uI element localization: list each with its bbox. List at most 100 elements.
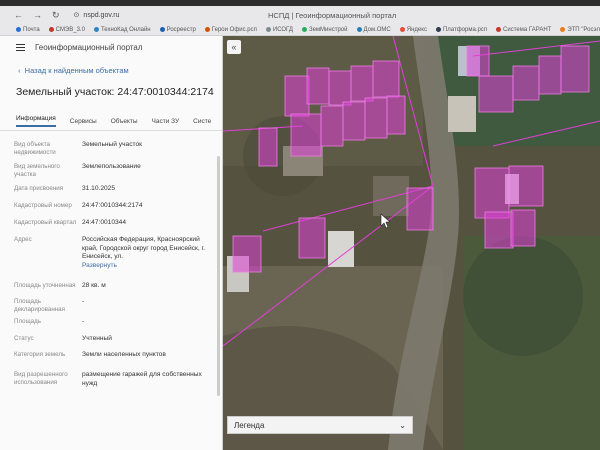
property-value-text: Учтенный [82,335,112,342]
property-value-text: 24:47:0010344:2174 [82,202,143,209]
property-value: Землепользование [82,163,207,185]
window-title: НСПД | Геоинформационный портал [268,10,397,20]
property-row: Статус Учтенный [14,335,214,351]
panel-header: Геоинформационный портал [0,36,222,58]
property-key: Площадь декларированная [14,298,65,313]
double-chevron-left-icon: « [231,42,237,52]
bookmark-label: ЗемМинстрой [308,26,348,33]
browser-titlebar: ← → ↻ ⊙ nspd.gov.ru НСПД | Геоинформацио… [0,6,600,24]
bookmark-label: Дом.ОМС [363,26,391,33]
tab-item[interactable]: Информация [16,115,56,127]
url-text: nspd.gov.ru [83,11,120,19]
property-value: 31.10.2025 [82,185,207,202]
property-key: Дата присвоения [14,185,64,192]
property-key: Вид земельного участка [14,163,60,178]
bookmark-icon [16,27,21,32]
bookmark-item[interactable]: Почта [16,27,40,33]
chevron-left-icon: ‹ [18,66,25,75]
tab-item[interactable]: Систе [193,118,211,125]
property-key: Категория земель [14,351,66,358]
bookmark-item[interactable]: Платформа.рсп [435,26,488,33]
property-value: - [82,318,207,335]
bookmark-item[interactable]: СМЭВ_3.0 [48,26,85,33]
chevron-down-icon: ⌄ [399,420,406,430]
property-key: Вид объекта недвижимости [14,141,56,156]
reload-icon[interactable]: ↻ [52,10,60,21]
property-key: Площадь уточненная [14,282,76,289]
property-value-text: 28 кв. м [82,282,106,289]
bookmark-label: Почта [23,26,40,33]
property-value: Земельный участок [82,141,207,163]
property-value-text: 24:47:0010344 [82,219,127,226]
bookmark-item[interactable]: Дом.ОМС [356,26,391,33]
legend-label: Легенда [234,420,265,430]
property-key: Статус [14,335,34,342]
tab-item[interactable]: Части ЗУ [152,118,180,125]
address-bar[interactable]: ⊙ nspd.gov.ru [74,11,120,20]
info-panel: Геоинформационный портал ‹ Назад к найде… [0,36,223,450]
bookmark-item[interactable]: ИСОГД [265,27,293,33]
expand-address-link[interactable]: Развернуть [82,262,117,269]
bookmark-label: Росреестр [166,26,196,33]
property-list: Вид объекта недвижимости Земельный участо… [0,131,222,395]
tab-item[interactable]: Сервисы [70,118,97,125]
property-value-text: - [82,298,85,305]
back-to-results-link[interactable]: ‹ Назад к найденным объектам [0,58,222,82]
forward-arrow-icon[interactable]: → [33,10,42,21]
tab-item[interactable]: Объекты [111,118,138,125]
property-value: Учтенный [82,335,207,351]
legend-dropdown[interactable]: Легенда ⌄ [227,416,413,434]
bookmark-icon [356,27,362,32]
bookmark-icon [204,27,210,32]
property-row: Кадастровый номер 24:47:0010344:2174 [14,202,214,219]
bookmark-item[interactable]: Герои Офис.рсп [204,26,257,33]
bookmark-label: Герои Офис.рсп [211,26,257,33]
portal-title: Геоинформационный портал [35,42,143,52]
site-info-icon[interactable]: ⊙ [74,11,80,19]
bookmark-icon [265,27,271,32]
bookmark-icon [496,27,502,32]
menu-icon[interactable] [16,43,25,51]
bookmark-icon [159,27,165,32]
property-row: Площадь - [14,318,214,335]
map-view[interactable]: « Легенда ⌄ [223,36,600,450]
property-value: 24:47:0010344:2174 [82,202,207,219]
bookmark-icon [560,27,566,32]
bookmark-label: СМЭВ_3.0 [55,26,85,33]
property-value-text: - [82,318,85,325]
property-key: Кадастровый квартал [14,219,77,226]
property-row: Вид объекта недвижимости Земельный участо… [14,141,214,163]
property-key: Площадь [14,318,41,325]
property-value-text: Земельный участок [82,141,143,148]
property-row: Адрес Российская Федерация, Красноярский … [14,236,214,282]
satellite-map[interactable] [223,36,600,450]
bookmark-icon [399,27,405,32]
panel-scrollbar[interactable] [217,156,220,396]
collapse-panel-button[interactable]: « [227,40,241,54]
bookmark-item[interactable]: Росреестр [159,26,196,33]
property-value: Земли населенных пунктов [82,351,207,371]
bookmark-item[interactable]: ЗемМинстрой [301,26,348,33]
property-row: Площадь уточненная 28 кв. м [14,282,214,298]
bookmark-label: ТехноКад Онлайн [100,26,151,33]
property-value-text: Земли населенных пунктов [82,351,166,358]
bookmark-label: Платформа.рсп [442,26,488,33]
property-row: Дата присвоения 31.10.2025 [14,185,214,202]
bookmark-item[interactable]: Система ГАРАНТ [496,27,551,33]
bookmark-icon [48,27,54,32]
property-value: Российская Федерация, Красноярский край,… [82,236,207,282]
bookmark-label: Система ГАРАНТ [503,26,552,33]
browser-nav: ← → ↻ [0,10,60,21]
property-key: Кадастровый номер [14,202,72,209]
bookmark-icon [301,27,307,32]
panel-tabs: Информация Сервисы Объекты Части ЗУ Систе [0,112,222,131]
bookmark-item[interactable]: ТехноКад Онлайн [93,26,151,33]
property-row: Вид земельного участка Землепользование [14,163,214,185]
property-value-text: размещение гаражей для собственных нужд [82,371,202,387]
back-link-label: Назад к найденным объектам [24,66,129,75]
property-value: 24:47:0010344 [82,219,207,236]
back-arrow-icon[interactable]: ← [14,10,23,21]
bookmark-item[interactable]: Яндекс [399,27,427,33]
bookmark-item[interactable]: ЭТП "Росэлторг" [560,27,600,33]
bookmark-icon [435,27,441,32]
